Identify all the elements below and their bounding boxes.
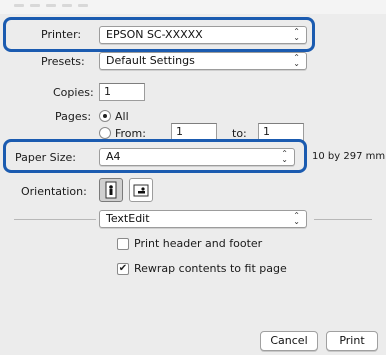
portrait-button[interactable] <box>99 178 123 202</box>
cancel-button[interactable]: Cancel <box>260 331 318 351</box>
app-section-value: TextEdit <box>106 212 150 225</box>
print-button[interactable]: Print <box>326 331 378 351</box>
landscape-icon <box>133 184 149 197</box>
copies-label: Copies: <box>53 86 94 99</box>
printer-highlight-box <box>3 17 315 52</box>
rewrap-checkbox[interactable]: ✔ <box>117 263 129 275</box>
section-divider-left <box>14 219 96 220</box>
orientation-label: Orientation: <box>21 185 87 198</box>
app-section-popup[interactable]: TextEdit ⌃ ⌄ <box>99 210 307 228</box>
paper-size-highlight-box <box>3 139 307 173</box>
portrait-icon <box>105 181 117 199</box>
copies-value: 1 <box>104 85 111 98</box>
pages-all-label: All <box>115 110 129 123</box>
title-bar-stripe <box>62 4 72 7</box>
presets-value: Default Settings <box>106 54 195 67</box>
checkmark-icon: ✔ <box>118 263 128 274</box>
title-bar-stripe <box>46 4 56 7</box>
presets-label: Presets: <box>41 55 85 68</box>
print-header-footer-checkbox[interactable] <box>117 238 129 250</box>
pages-from-radio[interactable] <box>99 127 111 139</box>
section-divider-right <box>314 219 372 220</box>
landscape-button[interactable] <box>129 178 153 202</box>
pages-all-radio[interactable] <box>99 110 111 122</box>
pages-from-value: 1 <box>176 125 183 138</box>
pages-to-value: 1 <box>263 125 270 138</box>
presets-popup[interactable]: Default Settings ⌃ ⌄ <box>99 52 307 70</box>
pages-label: Pages: <box>55 110 92 123</box>
print-dialog: Printer: EPSON SC-XXXXX ⌃ ⌄ Presets: Defa… <box>0 0 386 355</box>
paper-size-dimensions: 10 by 297 mm <box>312 151 386 162</box>
popup-arrows-icon: ⌃ ⌄ <box>293 53 300 68</box>
copies-field[interactable]: 1 <box>99 83 145 101</box>
title-bar-stripe <box>14 4 24 7</box>
title-bar-stripe <box>78 4 88 7</box>
print-header-footer-label: Print header and footer <box>134 237 263 250</box>
popup-arrows-icon: ⌃ ⌄ <box>293 211 300 226</box>
title-bar <box>0 0 386 14</box>
title-bar-stripe <box>30 4 40 7</box>
rewrap-label: Rewrap contents to fit page <box>134 262 287 275</box>
